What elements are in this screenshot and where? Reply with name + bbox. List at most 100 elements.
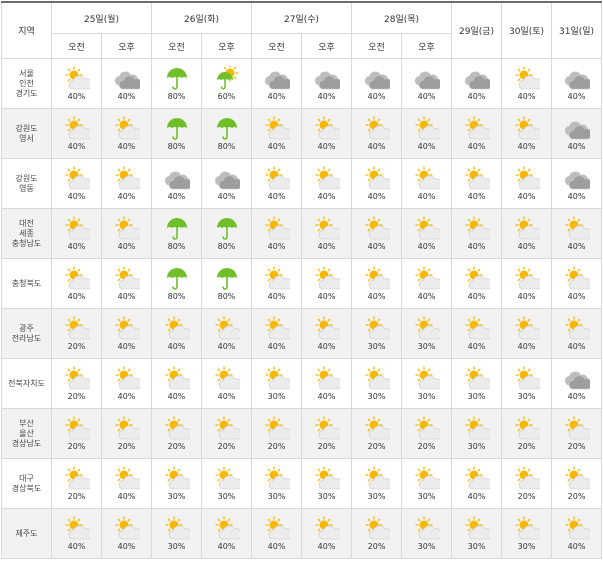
precipitation-probability: 40% <box>267 291 286 301</box>
cloudy-icon <box>564 366 590 392</box>
precipitation-probability: 40% <box>217 341 236 351</box>
forecast-cell: 40% <box>351 108 403 159</box>
region-line: 제주도 <box>15 528 38 538</box>
partly-cloudy-icon <box>114 315 140 342</box>
forecast-cell: 40% <box>251 258 303 309</box>
forecast-cell: 40% <box>401 158 453 209</box>
forecast-cell: 20% <box>51 408 102 459</box>
region-line: 충청북도 <box>11 278 42 288</box>
precipitation-probability: 30% <box>267 391 286 401</box>
forecast-cell: 20% <box>401 408 453 459</box>
partly-cloudy-icon <box>364 215 390 242</box>
precipitation-probability: 20% <box>367 541 386 551</box>
forecast-cell: 40% <box>251 208 303 259</box>
precipitation-probability: 40% <box>167 391 186 401</box>
precipitation-probability: 40% <box>217 191 236 201</box>
forecast-cell: 40% <box>301 308 353 359</box>
forecast-cell: 30% <box>401 458 453 509</box>
region-name: 광주 전라남도 <box>1 308 52 359</box>
partly-cloudy-icon <box>264 265 290 292</box>
forecast-cell: 40% <box>551 58 603 109</box>
precipitation-probability: 40% <box>567 241 586 251</box>
pm-header: 오후 <box>201 33 253 59</box>
partly-cloudy-icon <box>64 265 90 292</box>
umbrella-icon <box>164 66 190 92</box>
region-line: 세종 <box>19 228 34 238</box>
precipitation-probability: 40% <box>567 141 586 151</box>
umbrella-icon <box>214 266 240 292</box>
precipitation-probability: 40% <box>517 191 536 201</box>
shower-icon <box>214 65 240 92</box>
forecast-cell: 40% <box>451 208 503 259</box>
forecast-cell: 30% <box>451 408 503 459</box>
partly-cloudy-icon <box>314 415 340 442</box>
precipitation-probability: 40% <box>467 241 486 251</box>
forecast-cell: 20% <box>551 408 603 459</box>
precipitation-probability: 30% <box>517 541 536 551</box>
precipitation-probability: 40% <box>367 241 386 251</box>
precipitation-probability: 40% <box>317 291 336 301</box>
precipitation-probability: 30% <box>317 491 336 501</box>
forecast-cell: 40% <box>501 58 553 109</box>
am-header: 오전 <box>151 33 203 59</box>
partly-cloudy-icon <box>364 265 390 292</box>
table-body: 서울 인천 경기도 40% 40% 80% 60% 40% 40% 40% 40% 40% 40% 40%… <box>1 58 603 559</box>
umbrella-icon <box>164 116 190 142</box>
forecast-cell: 40% <box>100 258 153 309</box>
partly-cloudy-icon <box>314 515 340 542</box>
partly-cloudy-icon <box>514 165 540 192</box>
region-line: 광주 <box>19 323 34 333</box>
day-header: 28일(목) <box>351 1 453 34</box>
cloudy-icon <box>564 116 590 142</box>
forecast-cell: 40% <box>251 308 303 359</box>
precipitation-probability: 40% <box>117 541 136 551</box>
precipitation-probability: 40% <box>267 541 286 551</box>
forecast-cell: 40% <box>301 158 353 209</box>
precipitation-probability: 20% <box>317 441 336 451</box>
pm-header: 오후 <box>401 33 453 59</box>
umbrella-icon <box>164 266 190 292</box>
forecast-cell: 40% <box>551 108 603 159</box>
forecast-cell: 40% <box>551 258 603 309</box>
cloudy-icon <box>414 66 440 92</box>
forecast-cell: 20% <box>51 358 102 409</box>
day-header: 26일(화) <box>151 1 253 34</box>
partly-cloudy-icon <box>464 265 490 292</box>
partly-cloudy-icon <box>114 415 140 442</box>
forecast-cell: 30% <box>401 358 453 409</box>
precipitation-probability: 40% <box>67 541 86 551</box>
forecast-cell: 40% <box>451 108 503 159</box>
precipitation-probability: 40% <box>367 141 386 151</box>
forecast-cell: 40% <box>51 258 102 309</box>
forecast-cell: 30% <box>201 458 253 509</box>
partly-cloudy-icon <box>64 115 90 142</box>
forecast-cell: 30% <box>351 458 403 509</box>
forecast-cell: 40% <box>451 158 503 209</box>
precipitation-probability: 20% <box>217 441 236 451</box>
precipitation-probability: 40% <box>217 391 236 401</box>
forecast-cell: 30% <box>501 508 553 559</box>
cloudy-icon <box>464 66 490 92</box>
partly-cloudy-icon <box>514 65 540 92</box>
partly-cloudy-icon <box>364 115 390 142</box>
forecast-cell: 40% <box>401 258 453 309</box>
forecast-cell: 30% <box>451 358 503 409</box>
precipitation-probability: 40% <box>217 541 236 551</box>
precipitation-probability: 20% <box>117 441 136 451</box>
forecast-cell: 40% <box>501 158 553 209</box>
precipitation-probability: 20% <box>167 441 186 451</box>
precipitation-probability: 80% <box>217 241 236 251</box>
forecast-cell: 40% <box>51 108 102 159</box>
precipitation-probability: 40% <box>267 91 286 101</box>
partly-cloudy-icon <box>64 415 90 442</box>
partly-cloudy-icon <box>64 515 90 542</box>
region-line: 울산 <box>19 428 34 438</box>
precipitation-probability: 40% <box>167 191 186 201</box>
partly-cloudy-icon <box>314 115 340 142</box>
forecast-cell: 40% <box>201 358 253 409</box>
precipitation-probability: 40% <box>117 191 136 201</box>
forecast-cell: 40% <box>151 158 203 209</box>
partly-cloudy-icon <box>564 415 590 442</box>
region-line: 경상남도 <box>11 438 42 448</box>
forecast-cell: 20% <box>301 408 353 459</box>
